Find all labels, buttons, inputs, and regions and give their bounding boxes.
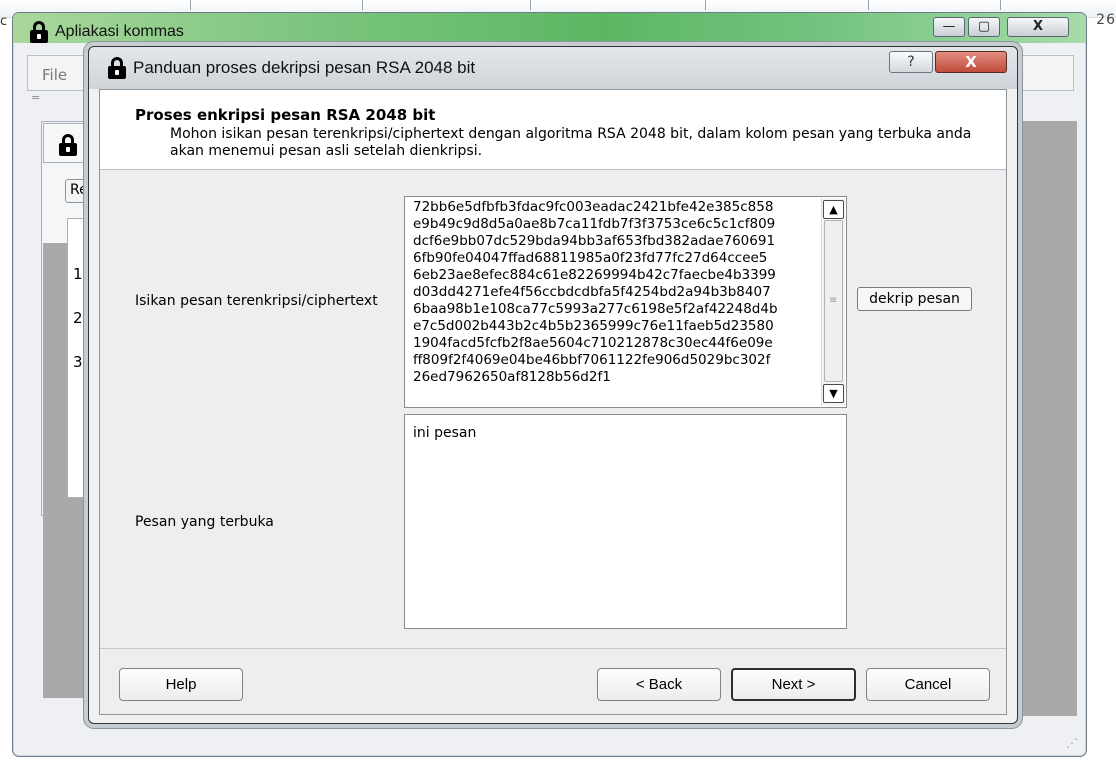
strip-divider: [705, 0, 706, 10]
lock-icon: [107, 57, 127, 79]
ciphertext-field[interactable]: 72bb6e5dfbfb3fdac9fc003eadac2421bfe42e38…: [404, 196, 847, 408]
minimize-icon: —: [942, 19, 956, 34]
main-titlebar[interactable]: Apliakasi kommas — ▢ X: [13, 13, 1086, 43]
decrypt-button[interactable]: dekrip pesan: [857, 287, 972, 311]
dialog-close-button[interactable]: X: [935, 51, 1007, 73]
scroll-down-icon[interactable]: ▼: [823, 384, 844, 403]
edge-fragment-right: 26: [1096, 12, 1116, 28]
scroll-up-icon[interactable]: ▲: [823, 200, 844, 219]
dialog-body: Proses enkripsi pesan RSA 2048 bit Mohon…: [99, 89, 1007, 715]
table-row-number: 3: [73, 353, 83, 371]
cipher-label: Isikan pesan terenkripsi/ciphertext: [135, 293, 378, 309]
table-row-number: 2: [73, 309, 83, 327]
close-icon: X: [1032, 19, 1044, 34]
plain-label: Pesan yang terbuka: [135, 514, 274, 530]
scroll-grip-icon: ≡: [829, 295, 838, 306]
wizard-header-title: Proses enkripsi pesan RSA 2048 bit: [135, 106, 436, 124]
wizard-header: Proses enkripsi pesan RSA 2048 bit Mohon…: [100, 90, 1006, 170]
dialog-title: Panduan proses dekripsi pesan RSA 2048 b…: [133, 58, 476, 77]
toolbar-grip: =: [31, 91, 41, 104]
maximize-button[interactable]: ▢: [968, 17, 1000, 37]
dialog-titlebar[interactable]: Panduan proses dekripsi pesan RSA 2048 b…: [89, 47, 1017, 89]
edge-fragment-left: c: [0, 14, 8, 29]
dialog-help-title-button[interactable]: ?: [889, 51, 933, 73]
maximize-icon: ▢: [977, 19, 991, 34]
decrypt-dialog: Panduan proses dekripsi pesan RSA 2048 b…: [88, 46, 1018, 724]
main-window-title: Apliakasi kommas: [55, 23, 184, 40]
table-row-number: 1: [73, 265, 83, 283]
next-button[interactable]: Next >: [731, 668, 856, 701]
ciphertext-scrollbar[interactable]: ▲ ≡ ▼: [821, 198, 845, 406]
plaintext-field[interactable]: ini pesan: [404, 414, 847, 629]
footer-divider: [100, 648, 1006, 649]
plaintext-value: ini pesan: [413, 425, 477, 441]
strip-divider: [362, 0, 363, 10]
menu-file[interactable]: File: [42, 66, 67, 84]
strip-divider: [868, 0, 869, 10]
background-lock-box: [43, 123, 93, 163]
wizard-header-subtitle: Mohon isikan pesan terenkripsi/ciphertex…: [170, 126, 972, 159]
strip-divider: [1000, 0, 1001, 10]
cancel-button[interactable]: Cancel: [866, 668, 990, 701]
scrollbar-thumb[interactable]: ≡: [824, 220, 843, 382]
lock-icon: [58, 134, 78, 156]
background-dark-right: [1013, 121, 1077, 716]
lock-icon: [29, 21, 49, 43]
resize-grip-icon[interactable]: ⋰: [1066, 736, 1078, 750]
strip-divider: [530, 0, 531, 10]
help-button[interactable]: Help: [119, 668, 243, 701]
minimize-button[interactable]: —: [933, 17, 965, 37]
back-button[interactable]: < Back: [597, 668, 721, 701]
main-close-button[interactable]: X: [1007, 17, 1069, 37]
strip-divider: [190, 0, 191, 10]
ciphertext-value: 72bb6e5dfbfb3fdac9fc003eadac2421bfe42e38…: [413, 199, 778, 385]
